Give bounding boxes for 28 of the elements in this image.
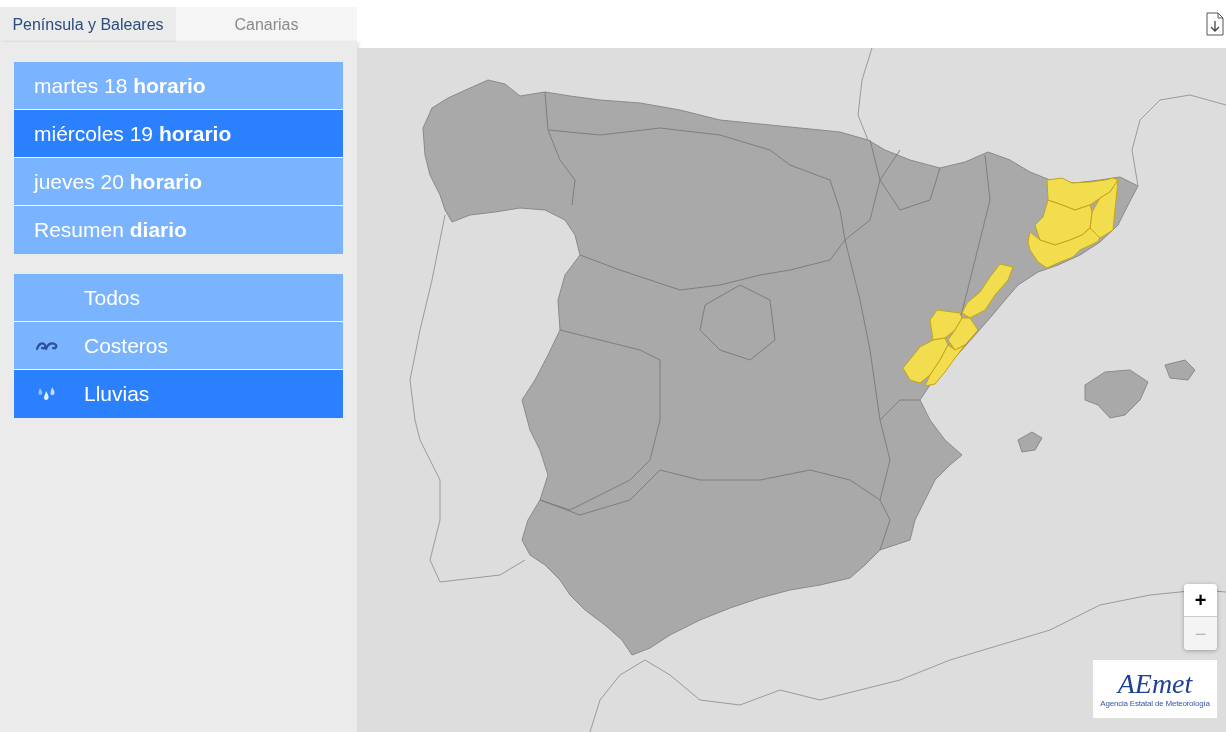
warning-type-item[interactable]: Lluvias — [14, 370, 343, 418]
warning-area[interactable] — [924, 344, 966, 387]
raindrops-icon — [36, 386, 56, 402]
warning-area[interactable] — [947, 317, 979, 351]
logo-subtitle: Agencia Estatal de Meteorología — [1100, 699, 1210, 709]
region-tab[interactable]: Península y Baleares — [0, 7, 176, 42]
warning-area[interactable] — [1027, 227, 1101, 269]
warning-area[interactable] — [902, 337, 949, 384]
warning-area[interactable] — [1034, 199, 1093, 246]
warning-area[interactable] — [1046, 177, 1119, 211]
warning-area[interactable] — [961, 263, 1014, 319]
download-icon[interactable] — [1206, 12, 1224, 36]
day-menu-item[interactable]: Resumen diario — [14, 206, 343, 254]
logo-wordmark: AEmet — [1117, 669, 1193, 699]
region-tab[interactable]: Canarias — [176, 7, 357, 42]
warning-type-item[interactable]: Todos — [14, 274, 343, 322]
day-menu-item[interactable]: jueves 20 horario — [14, 158, 343, 206]
day-menu-item[interactable]: martes 18 horario — [14, 62, 343, 110]
zoom-in-button[interactable]: + — [1184, 584, 1217, 617]
island[interactable] — [1017, 431, 1043, 453]
warning-type-item[interactable]: Costeros — [14, 322, 343, 370]
day-menu-item[interactable]: miércoles 19 horario — [14, 110, 343, 158]
warning-area[interactable] — [929, 309, 963, 341]
spain-map[interactable] — [422, 79, 1139, 656]
island[interactable] — [1084, 369, 1149, 419]
island[interactable] — [1164, 359, 1196, 381]
warning-area[interactable] — [1089, 179, 1119, 239]
waves-icon — [36, 340, 58, 351]
